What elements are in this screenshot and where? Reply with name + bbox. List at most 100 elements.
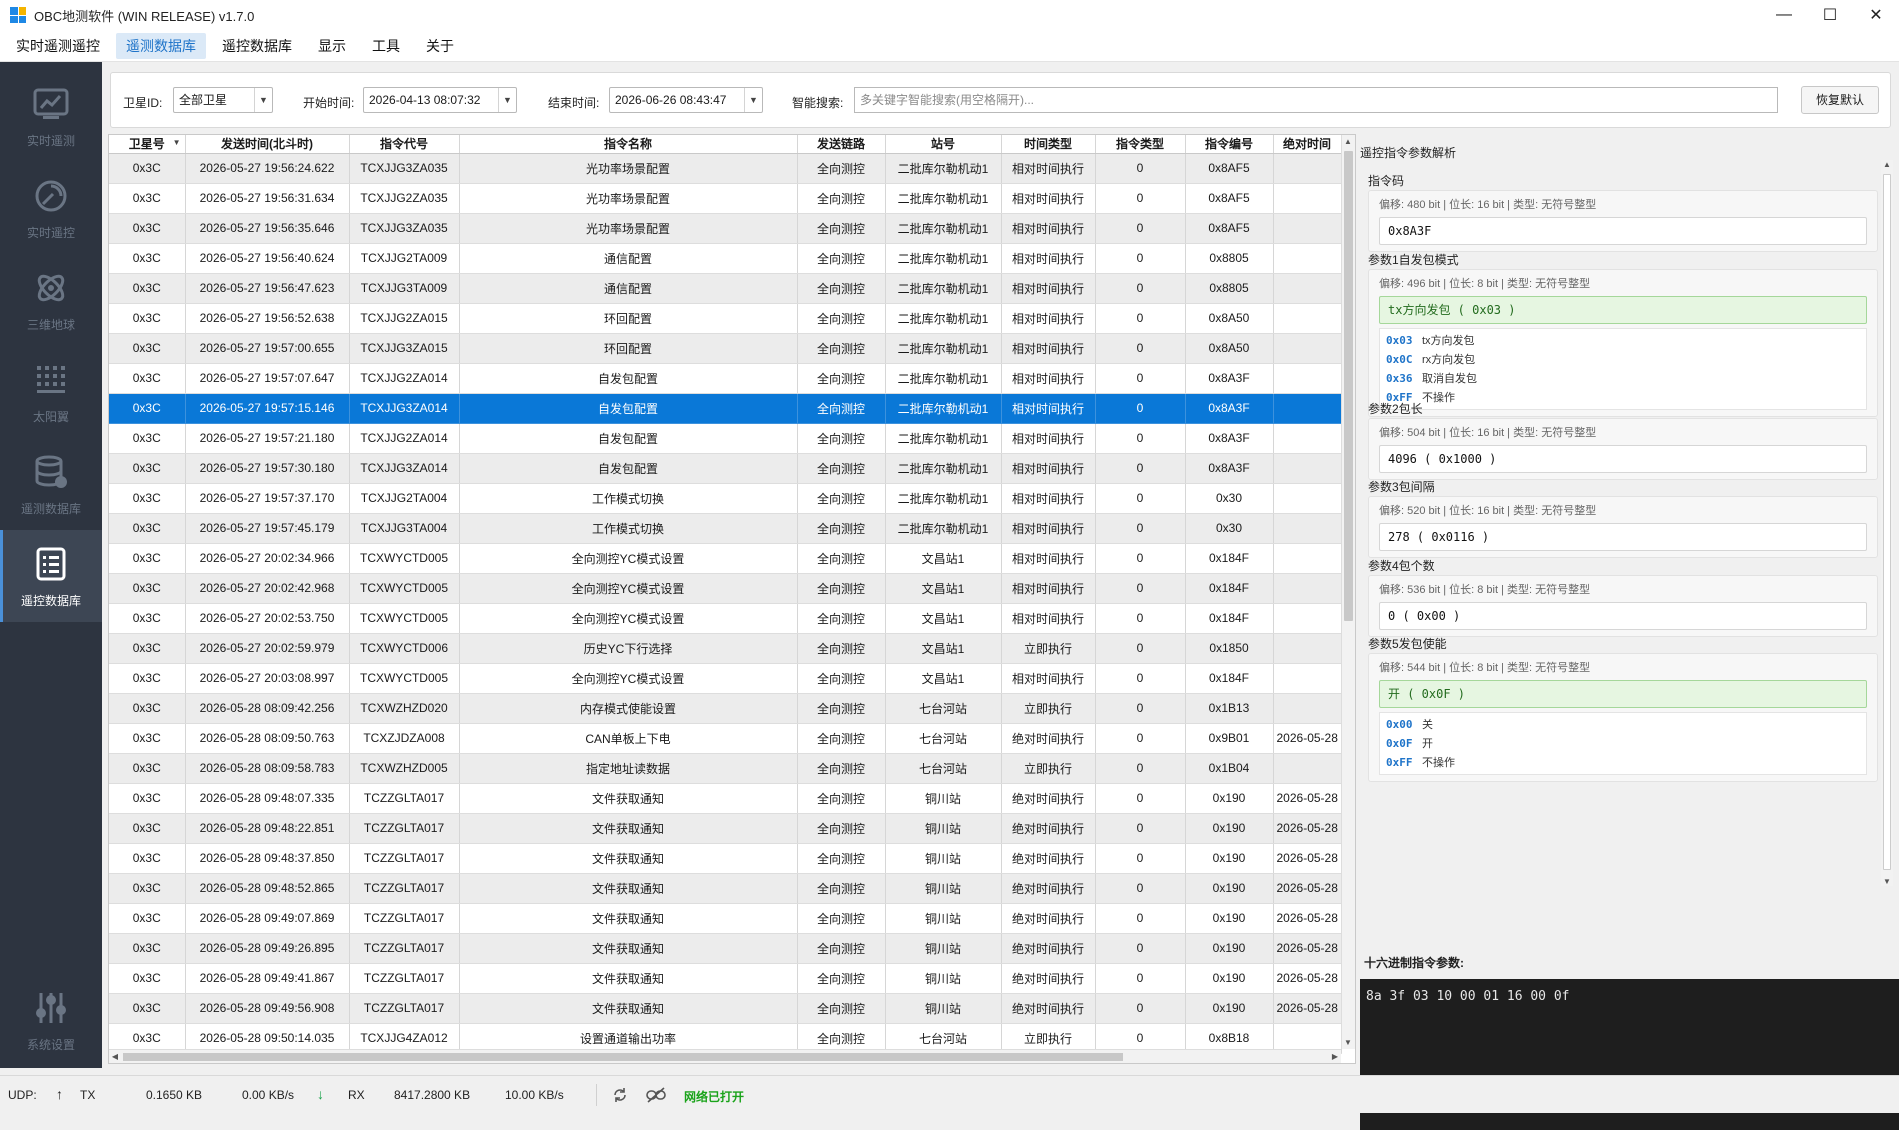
table-row[interactable]: 0x3C 2026-05-27 19:56:31.634 TCXJJG2ZA035 光… [109, 183, 1342, 214]
scroll-down-icon[interactable]: ▼ [1342, 1038, 1354, 1047]
param-value[interactable]: tx方向发包 ( 0x03 ) [1379, 296, 1867, 324]
table-cell: 相对时间执行 [1001, 513, 1096, 544]
table-row[interactable]: 0x3C 2026-05-27 19:57:07.647 TCXJJG2ZA014 自… [109, 363, 1342, 394]
table-row[interactable]: 0x3C 2026-05-27 19:57:15.146 TCXJJG3ZA014 自… [109, 393, 1342, 424]
table-row[interactable]: 0x3C 2026-05-28 09:48:37.850 TCZZGLTA017 文件… [109, 843, 1342, 874]
upload-arrow-icon: ↑ [56, 1086, 63, 1102]
table-cell: 2026-05-28 09:49:07.869 [185, 903, 350, 934]
start-time-picker[interactable]: 2026-04-13 08:07:32 ▼ [363, 87, 517, 113]
param-value[interactable]: 开 ( 0x0F ) [1379, 680, 1867, 708]
end-time-picker[interactable]: 2026-06-26 08:43:47 ▼ [609, 87, 763, 113]
table-row[interactable]: 0x3C 2026-05-27 19:56:52.638 TCXJJG2ZA015 环… [109, 303, 1342, 334]
table-row[interactable]: 0x3C 2026-05-27 19:57:21.180 TCXJJG2ZA014 自… [109, 423, 1342, 454]
param-value[interactable]: 0 ( 0x00 ) [1379, 602, 1867, 630]
table-row[interactable]: 0x3C 2026-05-28 08:09:50.763 TCXZJDZA008 CA… [109, 723, 1342, 754]
column-header[interactable]: 指令名称 [459, 135, 798, 154]
table-row[interactable]: 0x3C 2026-05-28 09:49:26.895 TCZZGLTA017 文件… [109, 933, 1342, 964]
sidebar-item-3d-earth[interactable]: 三维地球 [0, 254, 102, 346]
table-row[interactable]: 0x3C 2026-05-27 20:03:08.997 TCXWYCTD005 全向… [109, 663, 1342, 694]
table-cell: 0 [1095, 543, 1186, 574]
sidebar-item-telemetry-db[interactable]: 遥测数据库 [0, 438, 102, 530]
table-row[interactable]: 0x3C 2026-05-27 19:57:00.655 TCXJJG3ZA015 环… [109, 333, 1342, 364]
table-row[interactable]: 0x3C 2026-05-27 19:56:47.623 TCXJJG3TA009 通… [109, 273, 1342, 304]
table-row[interactable]: 0x3C 2026-05-27 20:02:53.750 TCXWYCTD005 全向… [109, 603, 1342, 634]
sort-down-icon[interactable]: ▼ [173, 138, 181, 147]
table-row[interactable]: 0x3C 2026-05-28 08:09:42.256 TCXWZHZD020 内存… [109, 693, 1342, 724]
menu-display[interactable]: 显示 [308, 33, 356, 59]
table-cell: 0x3C [109, 663, 186, 694]
sidebar-item-realtime-telemetry[interactable]: 实时遥测 [0, 70, 102, 162]
table-row[interactable]: 0x3C 2026-05-27 20:02:42.968 TCXWYCTD005 全向… [109, 573, 1342, 604]
minimize-button[interactable]: — [1761, 0, 1807, 30]
column-header[interactable]: 发送时间(北斗时) [185, 135, 350, 154]
sidebar-item-settings[interactable]: 系统设置 [0, 974, 102, 1066]
scroll-up-icon[interactable]: ▲ [1881, 160, 1893, 169]
table-cell [1273, 243, 1342, 274]
menu-telemetry-db[interactable]: 遥测数据库 [116, 32, 206, 59]
column-header[interactable]: 绝对时间 [1273, 135, 1342, 154]
column-header[interactable]: 发送链路 [797, 135, 886, 154]
param-option[interactable]: 0x00 关 [1386, 715, 1860, 734]
column-header[interactable]: 站号 [885, 135, 1002, 154]
link-off-icon[interactable] [645, 1086, 667, 1104]
param-value[interactable]: 0x8A3F [1379, 217, 1867, 245]
table-cell: 0x190 [1185, 993, 1274, 1024]
rx-label: RX [348, 1088, 365, 1102]
sidebar-item-realtime-telecommand[interactable]: 实时遥控 [0, 162, 102, 254]
table-row[interactable]: 0x3C 2026-05-28 09:49:41.867 TCZZGLTA017 文件… [109, 963, 1342, 994]
table-horizontal-scroll-thumb[interactable] [123, 1053, 1123, 1061]
table-row[interactable]: 0x3C 2026-05-27 19:57:30.180 TCXJJG3ZA014 自… [109, 453, 1342, 484]
param-vertical-scrollbar[interactable]: ▲ ▼ [1881, 160, 1893, 886]
table-row[interactable]: 0x3C 2026-05-28 09:49:56.908 TCZZGLTA017 文件… [109, 993, 1342, 1024]
table-row[interactable]: 0x3C 2026-05-27 19:57:37.170 TCXJJG2TA004 工… [109, 483, 1342, 514]
table-row[interactable]: 0x3C 2026-05-28 08:09:58.783 TCXWZHZD005 指定… [109, 753, 1342, 784]
table-row[interactable]: 0x3C 2026-05-27 19:57:45.179 TCXJJG3TA004 工… [109, 513, 1342, 544]
close-button[interactable]: ✕ [1853, 0, 1899, 30]
table-cell: 文件获取通知 [459, 813, 798, 844]
param-option[interactable]: 0x03 tx方向发包 [1386, 331, 1860, 350]
param-option[interactable]: 0x36 取消自发包 [1386, 369, 1860, 388]
table-cell: 环回配置 [459, 303, 798, 334]
column-header[interactable]: 时间类型 [1001, 135, 1096, 154]
sidebar-item-solar-wing[interactable]: 太阳翼 [0, 346, 102, 438]
sidebar-item-telecommand-db[interactable]: 遥控数据库 [0, 530, 102, 622]
smart-search-input[interactable] [854, 87, 1778, 113]
table-row[interactable]: 0x3C 2026-05-27 19:56:40.624 TCXJJG2TA009 通… [109, 243, 1342, 274]
menu-about[interactable]: 关于 [416, 33, 464, 59]
maximize-button[interactable]: ☐ [1807, 0, 1853, 30]
table-row[interactable]: 0x3C 2026-05-28 09:49:07.869 TCZZGLTA017 文件… [109, 903, 1342, 934]
smart-search-label: 智能搜索: [792, 96, 844, 110]
param-option[interactable]: 0xFF 不操作 [1386, 753, 1860, 772]
table-horizontal-scrollbar[interactable]: ◀ ▶ [109, 1049, 1341, 1063]
table-row[interactable]: 0x3C 2026-05-27 20:02:34.966 TCXWYCTD005 全向… [109, 543, 1342, 574]
column-header[interactable]: 指令代号 [349, 135, 460, 154]
table-vertical-scrollbar[interactable]: ▲ ▼ [1341, 135, 1355, 1049]
param-options: 0x03 tx方向发包 0x0C rx方向发包 0x36 取消自发包 0xFF 不操作 [1379, 328, 1867, 410]
param-option[interactable]: 0x0F 开 [1386, 734, 1860, 753]
menu-realtime[interactable]: 实时遥测遥控 [6, 33, 110, 59]
menu-tools[interactable]: 工具 [362, 33, 410, 59]
column-header[interactable]: 指令编号 [1185, 135, 1274, 154]
table-row[interactable]: 0x3C 2026-05-28 09:48:52.865 TCZZGLTA017 文件… [109, 873, 1342, 904]
table-row[interactable]: 0x3C 2026-05-28 09:48:07.335 TCZZGLTA017 文件… [109, 783, 1342, 814]
param-scroll-thumb[interactable] [1883, 174, 1891, 870]
column-header[interactable]: 指令类型 [1095, 135, 1186, 154]
scroll-up-icon[interactable]: ▲ [1342, 137, 1354, 146]
table-vertical-scroll-thumb[interactable] [1344, 151, 1353, 621]
param-option[interactable]: 0x0C rx方向发包 [1386, 350, 1860, 369]
scroll-right-icon[interactable]: ▶ [1329, 1052, 1341, 1061]
table-row[interactable]: 0x3C 2026-05-27 19:56:35.646 TCXJJG3ZA035 光… [109, 213, 1342, 244]
table-cell: 0x184F [1185, 573, 1274, 604]
table-row[interactable]: 0x3C 2026-05-28 09:48:22.851 TCZZGLTA017 文件… [109, 813, 1342, 844]
refresh-icon[interactable] [611, 1086, 629, 1104]
menu-telecommand-db[interactable]: 遥控数据库 [212, 33, 302, 59]
scroll-down-icon[interactable]: ▼ [1881, 877, 1893, 886]
column-header[interactable]: 卫星号 ▼ [109, 135, 186, 154]
param-value[interactable]: 4096 ( 0x1000 ) [1379, 445, 1867, 473]
scroll-left-icon[interactable]: ◀ [109, 1052, 121, 1061]
table-row[interactable]: 0x3C 2026-05-27 19:56:24.622 TCXJJG3ZA035 光… [109, 153, 1342, 184]
satellite-id-select[interactable]: 全部卫星 ▼ [173, 87, 273, 113]
table-row[interactable]: 0x3C 2026-05-27 20:02:59.979 TCXWYCTD006 历史… [109, 633, 1342, 664]
param-value[interactable]: 278 ( 0x0116 ) [1379, 523, 1867, 551]
reset-default-button[interactable]: 恢复默认 [1801, 86, 1879, 114]
